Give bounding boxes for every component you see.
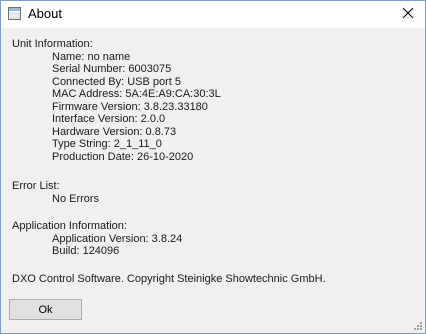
unit-name: Name: no name bbox=[52, 50, 131, 63]
interface-version: Interface Version: 2.0.0 bbox=[52, 113, 166, 125]
about-content: Unit Information: Name: no name Serial N… bbox=[12, 38, 417, 285]
close-button[interactable] bbox=[391, 1, 425, 28]
mac-address: MAC Address: 5A:4E:A9:CA:30:3L bbox=[52, 88, 221, 100]
ok-button[interactable]: Ok bbox=[9, 299, 82, 320]
application-build: Build: 124096 bbox=[52, 245, 120, 257]
production-date: Production Date: 26-10-2020 bbox=[52, 150, 194, 163]
connected-by: Connected By: USB port 5 bbox=[52, 75, 182, 88]
firmware-version: Firmware Version: 3.8.23.33180 bbox=[52, 100, 208, 113]
window-title: About bbox=[28, 6, 62, 21]
resize-grip-icon[interactable] bbox=[413, 321, 423, 331]
type-string: Type String: 2_1_11_0 bbox=[52, 138, 162, 150]
application-information-header: Application Information: bbox=[12, 220, 127, 232]
hardware-version: Hardware Version: 0.8.73 bbox=[52, 125, 177, 138]
error-list-value: No Errors bbox=[52, 192, 100, 205]
close-icon bbox=[402, 7, 414, 22]
app-window-icon bbox=[8, 7, 21, 20]
unit-information-header: Unit Information: bbox=[12, 38, 93, 50]
application-version: Application Version: 3.8.24 bbox=[52, 232, 183, 245]
copyright-text: DXO Control Software. Copyright Steinigk… bbox=[12, 272, 326, 285]
serial-number: Serial Number: 6003075 bbox=[52, 63, 172, 75]
error-list-header: Error List: bbox=[12, 180, 60, 192]
about-dialog: About Unit Information: Name: no name Se… bbox=[0, 0, 426, 334]
title-bar[interactable]: About bbox=[1, 1, 425, 28]
